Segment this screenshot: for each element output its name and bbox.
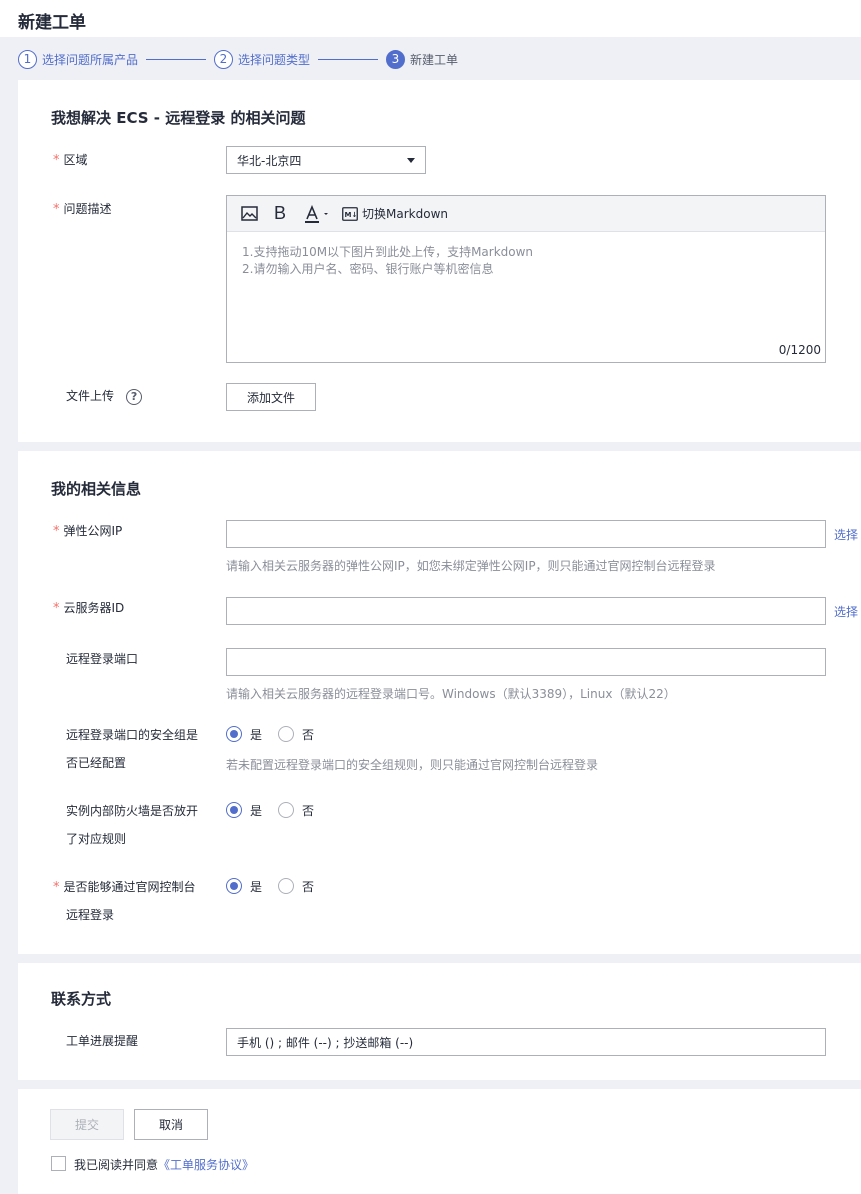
eip-select-link[interactable]: 选择 <box>834 526 858 543</box>
image-icon[interactable] <box>241 203 258 225</box>
console-no-radio[interactable] <box>278 878 295 894</box>
step-1: 1 选择问题所属产品 <box>18 49 138 69</box>
required-mark: * <box>53 524 60 539</box>
region-value: 华北-北京四 <box>237 153 302 168</box>
page-header: 新建工单 <box>0 0 861 37</box>
step-connector-1 <box>146 59 206 60</box>
fw-no-radio[interactable] <box>278 802 295 818</box>
region-label: * 区域 <box>53 153 88 168</box>
info-title: 我的相关信息 <box>51 480 142 498</box>
svg-text:M↓: M↓ <box>345 211 358 219</box>
font-color-icon[interactable] <box>304 203 332 225</box>
fw-yes-label: 是 <box>250 803 263 818</box>
page-title: 新建工单 <box>18 13 86 33</box>
agree-checkbox[interactable] <box>51 1156 66 1171</box>
step-2-label: 选择问题类型 <box>238 52 311 67</box>
server-id-input[interactable] <box>226 597 826 625</box>
server-select-link[interactable]: 选择 <box>834 603 858 620</box>
progress-reminder-field[interactable]: 手机 () ; 邮件 (--) ; 抄送邮箱 (--) <box>226 1028 826 1056</box>
console-no-label: 否 <box>302 879 315 894</box>
port-label: 远程登录端口 <box>66 652 139 666</box>
info-card: 我的相关信息 * 弹性公网IP 选择 请输入相关云服务器的弹性公网IP，如您未绑定… <box>18 451 861 954</box>
fw-label-line1: 实例内部防火墙是否放开 <box>66 804 199 818</box>
region-select[interactable]: 华北-北京四 <box>226 146 426 174</box>
server-id-label: * 云服务器ID <box>53 601 125 616</box>
sg-no-radio[interactable] <box>278 726 295 742</box>
eip-hint: 请输入相关云服务器的弹性公网IP，如您未绑定弹性公网IP，则只能通过官网控制台远… <box>226 559 716 573</box>
sg-label-line1: 远程登录端口的安全组是 <box>66 728 199 742</box>
step-2: 2 选择问题类型 <box>214 49 310 69</box>
step-3-label: 新建工单 <box>410 52 459 67</box>
fw-radio-group: 是 否 <box>226 800 330 820</box>
add-file-button[interactable]: 添加文件 <box>226 383 316 411</box>
footer-card: 提交 取消 我已阅读并同意《工单服务协议》 <box>18 1089 861 1194</box>
markdown-toggle[interactable]: M↓ 切换Markdown <box>342 203 448 225</box>
required-mark: * <box>53 601 60 616</box>
submit-button[interactable]: 提交 <box>50 1109 124 1140</box>
fw-yes-radio[interactable] <box>226 802 242 818</box>
upload-label: 文件上传? <box>66 382 143 410</box>
step-1-label: 选择问题所属产品 <box>42 52 139 67</box>
chevron-down-icon <box>407 158 415 163</box>
sg-hint: 若未配置远程登录端口的安全组规则，则只能通过官网控制台远程登录 <box>226 758 599 772</box>
bold-icon[interactable]: B <box>274 203 286 225</box>
step-3-number: 3 <box>386 49 405 69</box>
port-hint: 请输入相关云服务器的远程登录端口号。Windows（默认3389），Linux（… <box>226 687 676 701</box>
console-label-line2: 远程登录 <box>66 908 115 922</box>
sg-label-line2: 否已经配置 <box>66 756 127 770</box>
editor-toolbar: B M↓ 切换Markdown <box>227 196 825 232</box>
required-mark: * <box>53 153 60 168</box>
contact-card: 联系方式 工单进展提醒 手机 () ; 邮件 (--) ; 抄送邮箱 (--) <box>18 963 861 1080</box>
step-2-number: 2 <box>214 49 233 69</box>
problem-title: 我想解决 ECS - 远程登录 的相关问题 <box>51 109 306 127</box>
console-radio-group: 是 否 <box>226 876 330 896</box>
sg-radio-group: 是 否 <box>226 724 330 744</box>
editor-placeholder: 1.支持拖动10M以下图片到此处上传，支持Markdown 2.请勿输入用户名、… <box>242 245 534 276</box>
markdown-toggle-label: 切换Markdown <box>362 207 448 221</box>
problem-card: 我想解决 ECS - 远程登录 的相关问题 * 区域 华北-北京四 * 问题描述 B… <box>18 80 861 442</box>
console-label-line1: * 是否能够通过官网控制台 <box>53 880 196 895</box>
console-yes-radio[interactable] <box>226 878 242 894</box>
eip-label: * 弹性公网IP <box>53 524 123 539</box>
cancel-button[interactable]: 取消 <box>134 1109 208 1140</box>
required-mark: * <box>53 880 60 895</box>
fw-label-line2: 了对应规则 <box>66 832 127 846</box>
eip-input[interactable] <box>226 520 826 548</box>
step-connector-2 <box>318 59 378 60</box>
console-yes-label: 是 <box>250 879 263 894</box>
agreement-link[interactable]: 《工单服务协议》 <box>158 1158 254 1172</box>
step-3: 3 新建工单 <box>386 49 458 69</box>
step-indicator: 1 选择问题所属产品 2 选择问题类型 3 新建工单 <box>0 44 861 74</box>
description-editor[interactable]: B M↓ 切换Markdown 1.支持拖动10M以下图片到此处上传，支持Mar… <box>226 195 826 363</box>
required-mark: * <box>53 202 60 217</box>
sg-yes-label: 是 <box>250 727 263 742</box>
port-input[interactable] <box>226 648 826 676</box>
progress-label: 工单进展提醒 <box>66 1034 139 1048</box>
fw-no-label: 否 <box>302 803 315 818</box>
agree-text: 我已阅读并同意《工单服务协议》 <box>74 1158 255 1172</box>
step-1-number: 1 <box>18 49 37 69</box>
contact-title: 联系方式 <box>51 990 112 1008</box>
sg-no-label: 否 <box>302 727 315 742</box>
description-label: * 问题描述 <box>53 202 112 217</box>
help-icon[interactable]: ? <box>126 388 143 405</box>
sg-yes-radio[interactable] <box>226 726 242 742</box>
char-counter: 0/1200 <box>778 343 821 357</box>
